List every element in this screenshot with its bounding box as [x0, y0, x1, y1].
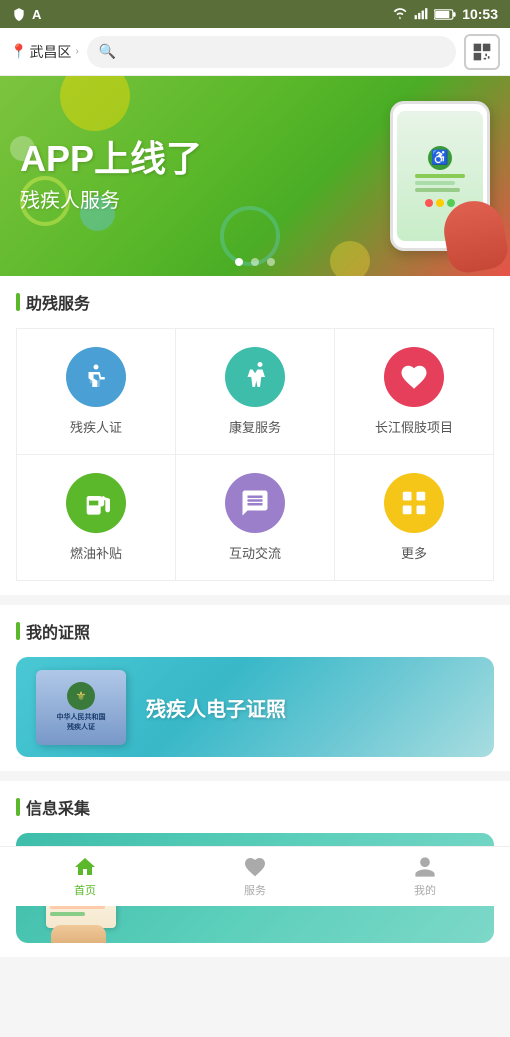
status-icons-right: 10:53 — [392, 6, 498, 22]
service-item-yangtze[interactable]: 长江假肢项目 — [335, 329, 493, 454]
certificates-title: 我的证照 — [16, 619, 494, 643]
time-display: 10:53 — [462, 6, 498, 22]
cert-card[interactable]: ⚜ 中华人民共和国 残疾人证 残疾人电子证照 — [16, 657, 494, 757]
service-item-fuel[interactable]: 燃油补贴 — [17, 455, 175, 580]
home-nav-icon — [73, 855, 97, 879]
location-arrow-icon: › — [75, 46, 78, 57]
disabled-card-label: 残疾人证 — [70, 417, 122, 436]
service-nav-label: 服务 — [244, 882, 266, 898]
home-nav-label: 首页 — [74, 882, 96, 898]
service-item-interact[interactable]: 互动交流 — [176, 455, 334, 580]
location-text: 武昌区 — [29, 42, 71, 62]
fuel-label: 燃油补贴 — [70, 543, 122, 562]
banner-dots — [235, 258, 275, 266]
dot-2[interactable] — [251, 258, 259, 266]
location-display[interactable]: 📍 武昌区 › — [10, 42, 79, 62]
search-bar[interactable]: 🔍 — [87, 36, 456, 68]
interact-label: 互动交流 — [229, 543, 281, 562]
services-title: 助残服务 — [16, 290, 494, 314]
location-pin-icon: 📍 — [10, 43, 27, 60]
service-item-rehab[interactable]: 康复服务 — [176, 329, 334, 454]
nav-item-mine[interactable]: 我的 — [340, 849, 510, 904]
mine-nav-label: 我的 — [414, 882, 436, 898]
more-label: 更多 — [401, 543, 427, 562]
search-icon: 🔍 — [99, 43, 116, 60]
banner-phone-illustration: ♿ — [390, 101, 490, 251]
qr-icon — [472, 42, 492, 62]
cert-book-title1: 中华人民共和国 — [57, 713, 106, 722]
nav-item-service[interactable]: 服务 — [170, 849, 340, 904]
disabled-card-icon — [66, 347, 126, 407]
cert-book-title2: 残疾人证 — [67, 723, 95, 732]
service-item-disabled-card[interactable]: 残疾人证 — [17, 329, 175, 454]
status-bar: A 10:53 — [0, 0, 510, 28]
signal-icon — [414, 7, 428, 21]
qr-button[interactable] — [464, 34, 500, 70]
cert-book-illustration: ⚜ 中华人民共和国 残疾人证 — [36, 670, 126, 745]
wifi-icon — [392, 7, 408, 21]
yangtze-label: 长江假肢项目 — [375, 417, 453, 436]
top-nav: 📍 武昌区 › 🔍 — [0, 28, 510, 76]
fuel-icon — [66, 473, 126, 533]
banner-text: APP上线了 残疾人服务 — [20, 139, 202, 214]
bottom-nav: 首页 服务 我的 — [0, 846, 510, 906]
phone-content-lines — [415, 174, 465, 192]
status-icons-left: A — [12, 7, 41, 22]
banner-title: APP上线了 — [20, 139, 202, 179]
more-icon — [384, 473, 444, 533]
promo-banner[interactable]: APP上线了 残疾人服务 ♿ — [0, 76, 510, 276]
dot-1[interactable] — [235, 258, 243, 266]
rehab-icon — [225, 347, 285, 407]
service-nav-icon — [243, 855, 267, 879]
mine-nav-icon — [413, 855, 437, 879]
services-section: 助残服务 残疾人证 康复服务 长江假肢项目 — [0, 276, 510, 595]
info-title: 信息采集 — [16, 795, 494, 819]
a-letter-icon: A — [32, 7, 41, 22]
shield-icon — [12, 7, 26, 21]
battery-icon — [434, 8, 456, 21]
services-grid: 残疾人证 康复服务 长江假肢项目 燃油补贴 — [16, 328, 494, 581]
banner-subtitle: 残疾人服务 — [20, 184, 202, 213]
yangtze-icon — [384, 347, 444, 407]
phone-app-icon: ♿ — [428, 146, 452, 170]
nav-item-home[interactable]: 首页 — [0, 849, 170, 904]
rehab-label: 康复服务 — [229, 417, 281, 436]
main-content: 助残服务 残疾人证 康复服务 长江假肢项目 — [0, 276, 510, 1037]
cert-label: 残疾人电子证照 — [146, 693, 286, 722]
dot-3[interactable] — [267, 258, 275, 266]
service-item-more[interactable]: 更多 — [335, 455, 493, 580]
interact-icon — [225, 473, 285, 533]
certificates-section: 我的证照 ⚜ 中华人民共和国 残疾人证 残疾人电子证照 — [0, 605, 510, 771]
cert-emblem-icon: ⚜ — [67, 682, 95, 710]
